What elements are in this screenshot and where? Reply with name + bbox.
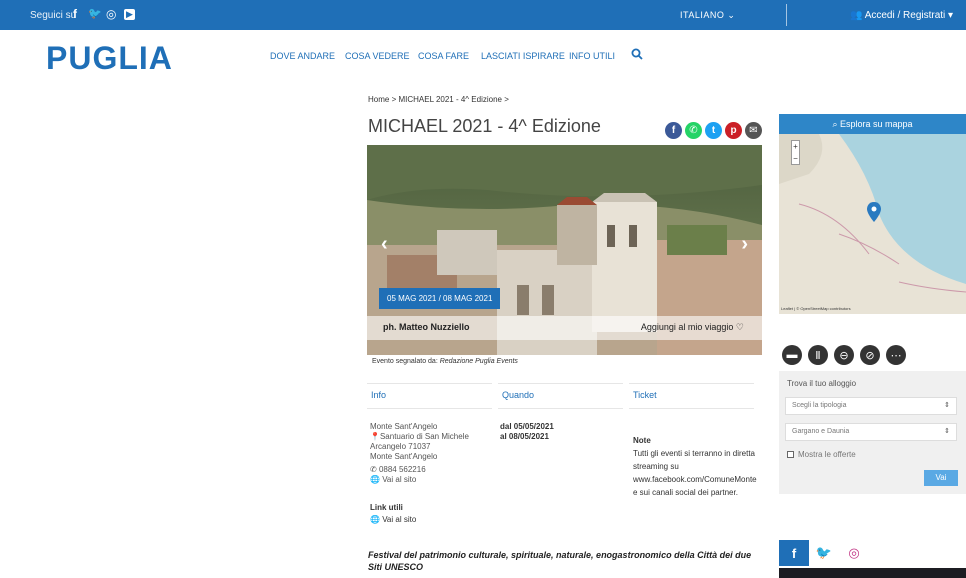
breadcrumb[interactable]: Home > MICHAEL 2021 - 4^ Edizione >	[368, 95, 509, 104]
offers-checkbox[interactable]: Mostra le offerte	[787, 450, 856, 459]
carousel-next-icon[interactable]: ›	[741, 233, 748, 256]
ticket-column-header: Ticket	[629, 383, 754, 409]
info-column-header: Info	[367, 383, 492, 409]
date-from: dal 05/05/2021	[500, 422, 554, 431]
nav-dove-andare[interactable]: DOVE ANDARE	[270, 51, 335, 61]
map-pin-icon: 📍	[370, 432, 380, 441]
nav-info-utili[interactable]: INFO UTILI	[569, 51, 615, 61]
venue-zip: Arcangelo 71037	[370, 442, 431, 451]
finder-label: Trova il tuo alloggio	[787, 379, 857, 388]
bed-icon[interactable]: ▬	[782, 345, 802, 365]
more-icon[interactable]: ⋯	[886, 345, 906, 365]
finder-go-button[interactable]: Vai	[924, 470, 958, 486]
note-title: Note	[633, 436, 651, 445]
photo-credit: ph. Matteo Nuzziello	[383, 322, 470, 332]
restaurant-icon[interactable]: Ⅱ	[808, 345, 828, 365]
useful-links: Link utili 🌐 Vai al sito	[370, 502, 416, 526]
twitter-icon[interactable]: 🐦	[88, 7, 102, 20]
search-icon[interactable]	[631, 48, 643, 63]
checkbox-box[interactable]	[787, 451, 794, 458]
venue-town: Monte Sant'Angelo	[370, 422, 438, 431]
photo-caption-bar: ph. Matteo Nuzziello Aggiungi al mio via…	[367, 316, 762, 340]
add-to-trip-button[interactable]: Aggiungi al mio viaggio ♡	[641, 322, 744, 333]
accommodation-finder: Trova il tuo alloggio Scegli la tipologi…	[779, 371, 966, 494]
twitter-icon[interactable]: 🐦	[809, 540, 839, 566]
venue-city: Monte Sant'Angelo	[370, 452, 438, 461]
date-to: al 08/05/2021	[500, 432, 549, 441]
twitter-share-icon[interactable]: t	[705, 122, 722, 139]
users-icon: 👥	[850, 10, 863, 21]
website-link[interactable]: 🌐 Vai al sito	[370, 475, 469, 485]
type-select[interactable]: Scegli la tipologia ⇕	[785, 397, 957, 415]
reported-by: Evento segnalato da: Redazione Puglia Ev…	[372, 358, 518, 365]
globe-icon: 🌐	[370, 475, 383, 484]
accommodation-category-icons: ▬ Ⅱ ⊖ ⊘ ⋯	[782, 345, 906, 365]
useful-link[interactable]: 🌐 Vai al sito	[370, 514, 416, 526]
useful-links-title: Link utili	[370, 503, 403, 512]
carousel-prev-icon[interactable]: ‹	[381, 233, 388, 256]
select-caret-icon: ⇕	[944, 402, 950, 409]
event-dates: dal 05/05/2021 al 08/05/2021	[500, 422, 554, 442]
pinterest-share-icon[interactable]: p	[725, 122, 742, 139]
email-share-icon[interactable]: ✉	[745, 122, 762, 139]
when-column-header: Quando	[498, 383, 623, 409]
page-title: MICHAEL 2021 - 4^ Edizione	[368, 116, 601, 136]
map-marker-icon[interactable]	[867, 202, 881, 222]
map-widget[interactable]: ⌕ Esplora su mappa + − Leaflet | © OpenSt…	[779, 114, 966, 314]
social-tabs: f 🐦 ◎	[779, 540, 966, 566]
compass-icon[interactable]: ⊘	[860, 345, 880, 365]
map-zoom-control[interactable]: + −	[791, 140, 800, 165]
follow-label: Seguici su	[30, 10, 77, 21]
info-details: Monte Sant'Angelo 📍Santuario di San Mich…	[370, 422, 469, 485]
facebook-share-icon[interactable]: f	[665, 122, 682, 139]
globe-icon: 🌐	[370, 515, 383, 524]
nav-cosa-vedere[interactable]: COSA VEDERE	[345, 51, 410, 61]
facebook-icon[interactable]: f	[779, 540, 809, 566]
facebook-icon[interactable]: f	[73, 7, 77, 21]
top-bar: Seguici su f 🐦 ◎ ▶ ITALIANO ⌄ 👥 Accedi /…	[0, 0, 966, 30]
venue-address: 📍Santuario di San Michele	[370, 432, 469, 441]
event-dates-badge: 05 MAG 2021 / 08 MAG 2021	[379, 288, 501, 309]
social-feed-preview	[779, 568, 966, 578]
map-attribution[interactable]: Leaflet | © OpenStreetMap contributors	[781, 306, 851, 311]
chevron-down-icon: ⌄	[727, 10, 736, 20]
instagram-icon[interactable]: ◎	[839, 540, 869, 566]
youtube-icon[interactable]: ▶	[124, 9, 135, 20]
share-buttons: f ✆ t p ✉	[665, 122, 762, 139]
event-image-carousel[interactable]: ‹ › 05 MAG 2021 / 08 MAG 2021 ph. Matteo…	[367, 145, 762, 355]
area-select[interactable]: Gargano e Daunia ⇕	[785, 423, 957, 441]
divider	[786, 4, 787, 26]
phone-icon: ✆	[370, 465, 379, 474]
whatsapp-share-icon[interactable]: ✆	[685, 122, 702, 139]
search-icon: ⌕	[832, 119, 840, 129]
explore-map-bar[interactable]: ⌕ Esplora su mappa	[779, 114, 966, 134]
instagram-icon[interactable]: ◎	[106, 7, 116, 21]
nav-cosa-fare[interactable]: COSA FARE	[418, 51, 469, 61]
nav-lasciati-ispirare[interactable]: LASCIATI ISPIRARE	[481, 51, 565, 61]
phone[interactable]: ✆ 0884 562216	[370, 465, 469, 475]
hotel-icon[interactable]: ⊖	[834, 345, 854, 365]
login-button[interactable]: 👥 Accedi / Registrati ▾	[850, 10, 953, 21]
site-logo[interactable]: PUGLIA	[46, 40, 173, 77]
note-text: Tutti gli eventi si terranno in diretta …	[633, 449, 757, 497]
language-select[interactable]: ITALIANO ⌄	[680, 10, 735, 21]
note-block: Note Tutti gli eventi si terranno in dir…	[633, 434, 758, 499]
select-caret-icon: ⇕	[944, 428, 950, 435]
festival-description: Festival del patrimonio culturale, spiri…	[368, 550, 752, 572]
